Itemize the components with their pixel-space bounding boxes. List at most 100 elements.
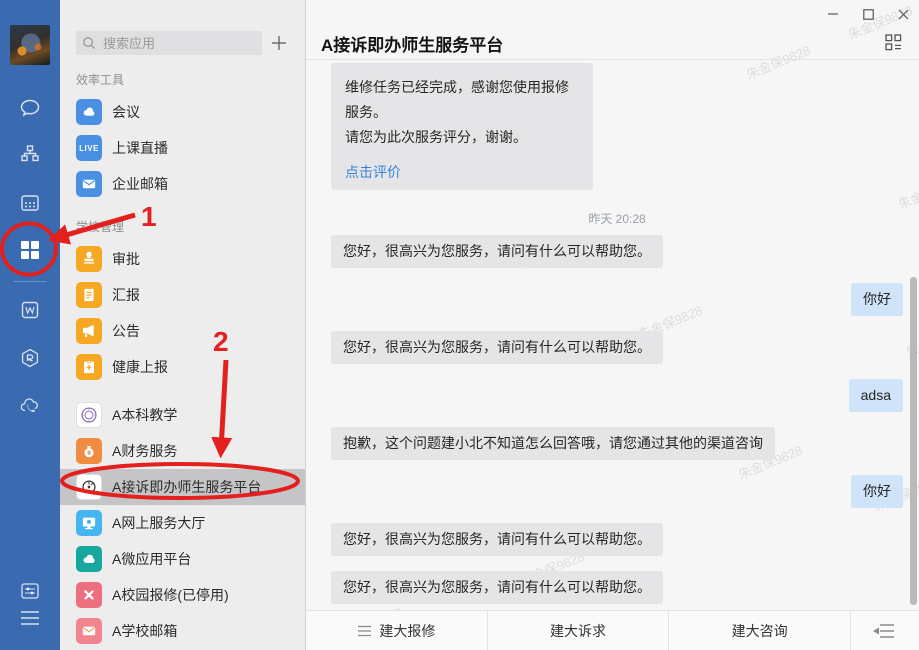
app-item-label: A校园报修(已停用) [112,585,229,605]
app-item-label: A网上服务大厅 [112,513,205,533]
message-row: 您好，很高兴为您服务，请问有什么可以帮助您。 [331,331,903,364]
message-bubble: 你好 [851,283,903,316]
monitor-icon [76,510,102,536]
menu-button-label: 建大诉求 [550,621,606,641]
megaphone-icon [76,318,102,344]
minimize-button[interactable] [827,8,839,20]
main-menu-icon[interactable] [0,607,60,629]
report-doc-icon [76,282,102,308]
app-item-label: A微应用平台 [112,549,191,569]
stamp-icon [76,246,102,272]
meeting-cloud-icon [76,99,102,125]
app-item-micro-app-platform[interactable]: A微应用平台 [60,541,305,577]
app-item-label: A学校邮箱 [112,621,177,641]
search-box[interactable] [76,31,262,55]
app-item-label: A财务服务 [112,441,177,461]
message-bubble: 您好，很高兴为您服务，请问有什么可以帮助您。 [331,331,663,364]
service-card-line: 请您为此次服务评分，谢谢。 [345,125,579,150]
message-bubble: 抱歉，这个问题建小北不知道怎么回答哦，请您通过其他的渠道咨询 [331,427,775,460]
app-item-label: 公告 [112,321,140,341]
multi-window-icon[interactable] [885,34,902,56]
app-item-label: 审批 [112,249,140,269]
message-row: adsa [331,379,903,412]
app-item-service-platform[interactable]: A接诉即办师生服务平台 [60,469,305,505]
message-list: 维修任务已经完成，感谢您使用报修服务。 请您为此次服务评分，谢谢。 点击评价 昨… [306,61,919,610]
add-app-button[interactable] [266,31,292,55]
plus-icon [271,35,287,51]
app-item-meeting[interactable]: 会议 [60,94,305,130]
menu-button-label: 建大报修 [379,621,435,641]
mail-icon [76,171,102,197]
apps-panel: 效率工具 会议 LIVE 上课直播 企业邮箱 学校 [60,0,305,650]
collapse-menu-icon [873,622,897,640]
timestamp: 昨天 20:28 [331,210,903,225]
calendar-icon[interactable] [0,191,60,215]
university-seal-icon [76,402,102,428]
settings-sliders-icon[interactable] [0,579,60,603]
app-item-label: 健康上报 [112,357,168,377]
app-item-approval[interactable]: 审批 [60,241,305,277]
app-item-label: 会议 [112,102,140,122]
menu-button-appeal[interactable]: 建大诉求 [487,611,669,650]
app-item-live-class[interactable]: LIVE 上课直播 [60,130,305,166]
section-gap [60,385,305,397]
close-button[interactable] [897,8,909,20]
scrollbar-thumb[interactable] [910,277,917,605]
message-row: 您好，很高兴为您服务，请问有什么可以帮助您。 [331,571,903,604]
workbench-icon[interactable] [0,346,60,370]
app-item-health-report[interactable]: 健康上报 [60,349,305,385]
message-row: 你好 [331,475,903,508]
app-item-announcement[interactable]: 公告 [60,313,305,349]
live-badge-icon: LIVE [76,135,102,161]
app-item-finance-service[interactable]: ¥ A财务服务 [60,433,305,469]
workspace-grid-icon[interactable] [0,238,60,262]
search-icon [82,36,96,50]
app-item-report[interactable]: 汇报 [60,277,305,313]
service-card: 维修任务已经完成，感谢您使用报修服务。 请您为此次服务评分，谢谢。 点击评价 [331,63,593,190]
app-item-online-service-hall[interactable]: A网上服务大厅 [60,505,305,541]
app-item-label: 上课直播 [112,138,168,158]
svg-text:¥: ¥ [87,450,91,457]
service-card-line: 维修任务已经完成，感谢您使用报修服务。 [345,75,579,125]
cloud-phone-icon[interactable] [0,394,60,418]
chat-header: A接诉即办师生服务平台 [306,0,919,60]
chat-title: A接诉即办师生服务平台 [321,31,503,56]
submenu-icon [357,625,372,637]
section-title-efficiency: 效率工具 [76,71,289,88]
menu-button-consult[interactable]: 建大咨询 [668,611,850,650]
contacts-icon[interactable] [0,142,60,166]
chat-panel: 朱金保9828 朱金保9828 朱金保9828 朱金保9828 朱金保9828 … [305,0,919,650]
message-bubble: 你好 [851,475,903,508]
docs-icon[interactable] [0,298,60,322]
app-item-campus-repair[interactable]: A校园报修(已停用) [60,577,305,613]
menu-button-label: 建大咨询 [732,621,788,641]
search-input[interactable] [101,35,241,52]
rail-divider [13,281,47,282]
evaluate-link[interactable]: 点击评价 [345,162,579,180]
maximize-button[interactable] [862,8,874,20]
message-bubble: 您好，很高兴为您服务，请问有什么可以帮助您。 [331,235,663,268]
service-menu: 建大报修 建大诉求 建大咨询 [306,611,850,650]
health-clipboard-icon [76,354,102,380]
app-item-label: 企业邮箱 [112,174,168,194]
envelope-icon [76,618,102,644]
section-title-school-admin: 学校管理 [76,218,289,235]
chat-bottom-bar: 建大报修 建大诉求 建大咨询 [306,610,919,650]
app-item-label: A本科教学 [112,405,177,425]
avatar[interactable] [10,25,50,65]
crossed-tools-icon [76,582,102,608]
app-item-undergrad-teaching[interactable]: A本科教学 [60,397,305,433]
left-rail [0,0,60,650]
search-row [76,31,292,55]
message-row: 抱歉，这个问题建小北不知道怎么回答哦，请您通过其他的渠道咨询 [331,427,903,460]
chats-icon[interactable] [0,96,60,120]
app-item-corp-mail[interactable]: 企业邮箱 [60,166,305,202]
menu-button-repair[interactable]: 建大报修 [306,611,487,650]
message-bubble: 您好，很高兴为您服务，请问有什么可以帮助您。 [331,571,663,604]
message-row: 您好，很高兴为您服务，请问有什么可以帮助您。 [331,235,903,268]
collapse-menu-button[interactable] [850,611,919,650]
money-bag-icon: ¥ [76,438,102,464]
message-bubble: adsa [849,379,903,412]
app-item-school-mail[interactable]: A学校邮箱 [60,613,305,649]
message-row: 您好，很高兴为您服务，请问有什么可以帮助您。 [331,523,903,556]
